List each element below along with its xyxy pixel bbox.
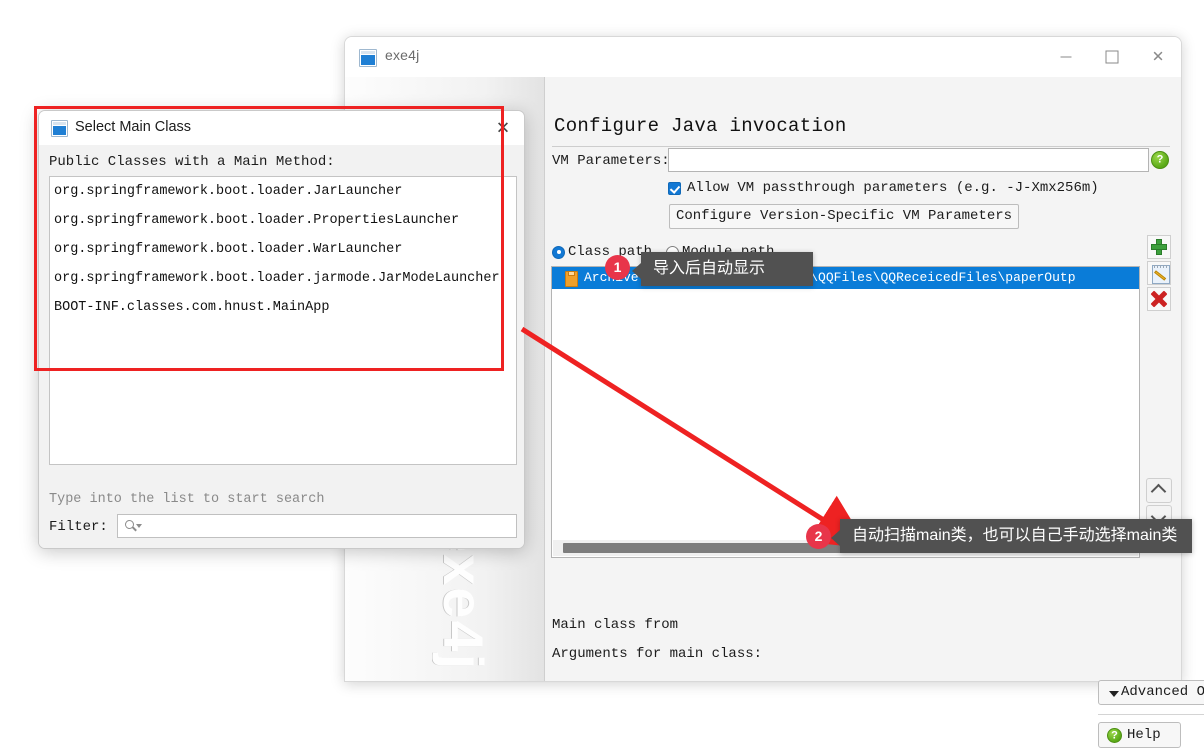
class-path-radio[interactable] bbox=[552, 245, 565, 259]
app-icon bbox=[359, 49, 377, 67]
move-up-button[interactable] bbox=[1146, 478, 1172, 503]
annotation-badge-1: 1 bbox=[605, 255, 630, 280]
window-titlebar: exe4j ✕ bbox=[345, 37, 1181, 77]
allow-vm-passthrough-row[interactable]: Allow VM passthrough parameters (e.g. -J… bbox=[668, 180, 1099, 196]
allow-vm-passthrough-label: Allow VM passthrough parameters (e.g. -J… bbox=[687, 180, 1099, 196]
close-icon[interactable]: ✕ bbox=[1135, 37, 1181, 77]
vm-parameters-label: VM Parameters: bbox=[552, 153, 670, 169]
page-title: Configure Java invocation bbox=[554, 115, 847, 137]
delete-x-icon bbox=[1151, 291, 1168, 308]
edit-entry-button[interactable] bbox=[1147, 261, 1171, 285]
help-icon[interactable]: ? bbox=[1151, 151, 1169, 169]
archive-icon bbox=[565, 271, 578, 287]
maximize-icon[interactable] bbox=[1089, 37, 1135, 77]
window-title: exe4j bbox=[385, 47, 420, 63]
chevron-up-icon bbox=[1153, 484, 1164, 495]
edit-pencil-icon bbox=[1152, 265, 1170, 284]
delete-entry-button[interactable] bbox=[1147, 287, 1171, 311]
allow-vm-passthrough-checkbox[interactable] bbox=[668, 181, 681, 195]
annotation-arrow bbox=[520, 326, 869, 549]
advanced-options-label: Advanced Options bbox=[1121, 684, 1204, 700]
annotation-callout-2: 自动扫描main类，也可以自己手动选择main类 bbox=[831, 519, 1192, 553]
filter-label: Filter: bbox=[49, 519, 108, 535]
divider bbox=[552, 146, 1170, 147]
divider bbox=[1098, 714, 1204, 715]
vm-parameters-input[interactable] bbox=[668, 148, 1149, 172]
advanced-options-button[interactable]: Advanced Options bbox=[1098, 680, 1204, 705]
search-icon bbox=[125, 520, 142, 534]
main-class-from-label: Main class from bbox=[552, 617, 679, 633]
plus-icon bbox=[1151, 239, 1167, 255]
arguments-label: Arguments for main class: bbox=[552, 646, 763, 662]
annotation-callout-1: 导入后自动显示 bbox=[632, 252, 813, 286]
help-button-label: Help bbox=[1127, 727, 1161, 743]
annotation-highlight-rectangle bbox=[34, 106, 504, 371]
triangle-down-icon bbox=[1109, 691, 1119, 697]
search-hint: Type into the list to start search bbox=[49, 492, 325, 507]
minimize-icon[interactable] bbox=[1043, 37, 1089, 77]
configure-version-specific-vm-parameters-button[interactable]: Configure Version-Specific VM Parameters bbox=[669, 204, 1019, 229]
help-button[interactable]: ? Help bbox=[1098, 722, 1181, 748]
add-entry-button[interactable] bbox=[1147, 235, 1171, 259]
filter-input[interactable] bbox=[117, 514, 517, 538]
annotation-badge-2: 2 bbox=[806, 524, 831, 549]
